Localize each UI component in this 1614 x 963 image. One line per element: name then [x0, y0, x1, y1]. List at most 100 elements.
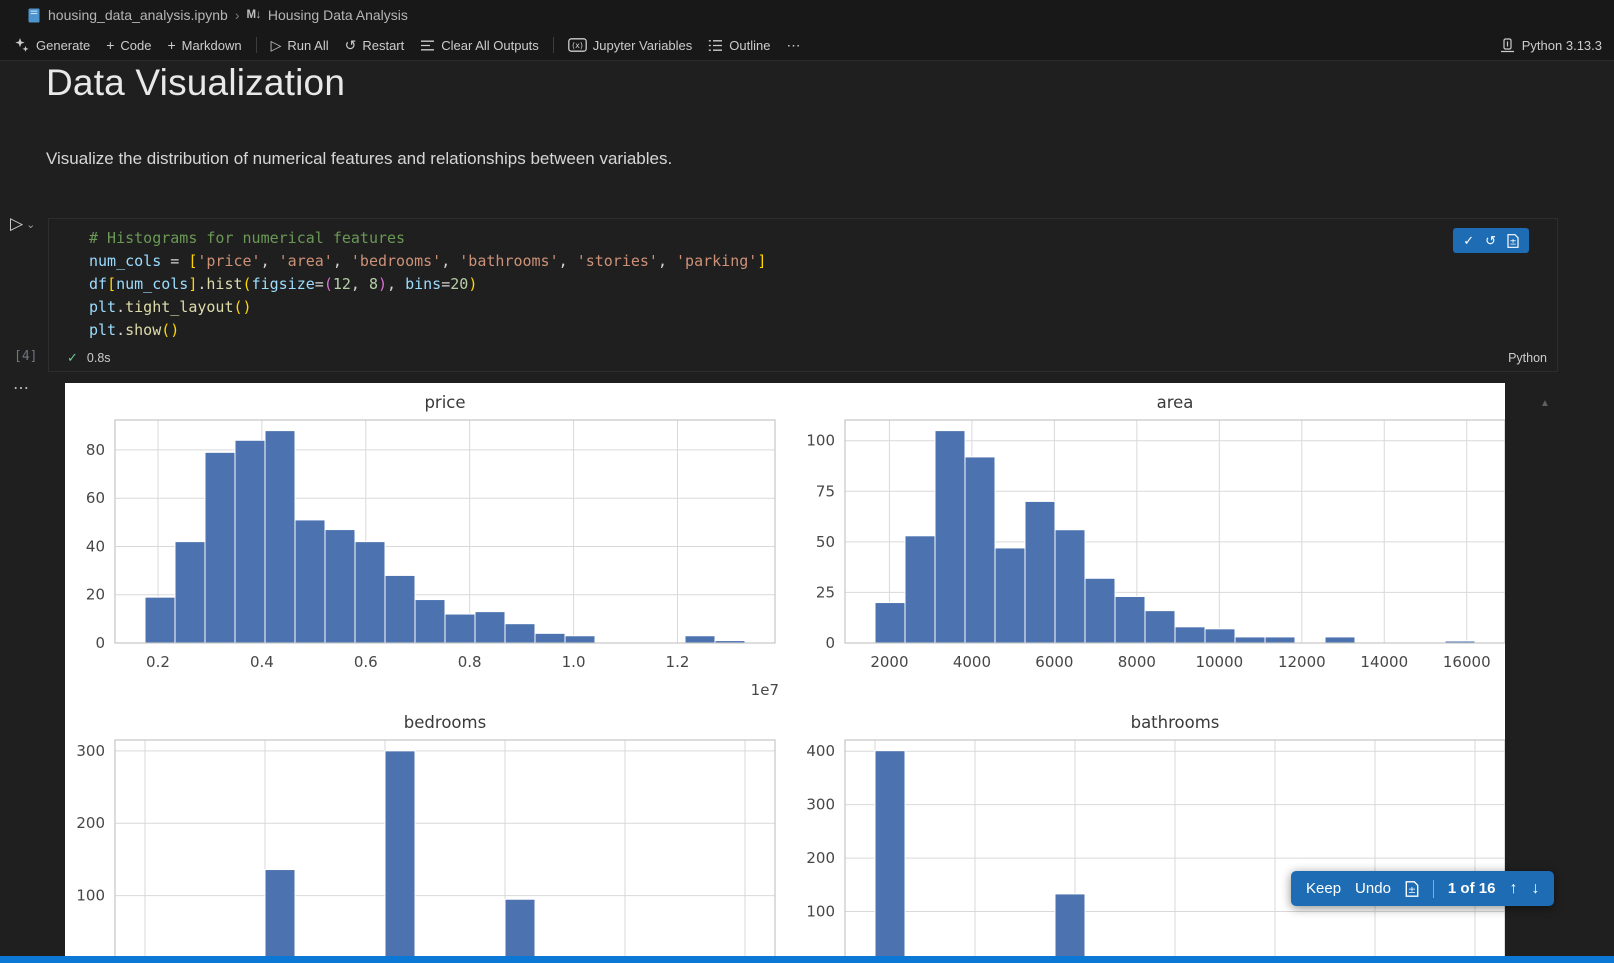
histogram-price: price0204060800.20.40.60.81.01.21e7: [86, 393, 779, 699]
kernel-label: Python 3.13.3: [1522, 38, 1602, 53]
run-all-button[interactable]: ▷ Run All: [263, 33, 337, 57]
svg-text:10000: 10000: [1195, 653, 1243, 671]
code-line: num_cols = ['price', 'area', 'bedrooms',…: [89, 250, 1557, 273]
clear-all-outputs-button[interactable]: Clear All Outputs: [412, 33, 547, 57]
undo-icon[interactable]: ↺: [1485, 234, 1496, 247]
sparkle-icon: [14, 37, 30, 53]
svg-text:400: 400: [806, 742, 835, 760]
kernel-picker[interactable]: Python 3.13.3: [1500, 38, 1602, 53]
cell-status-bar: ✓ 0.8s Python: [49, 345, 1557, 371]
svg-text:bedrooms: bedrooms: [404, 713, 486, 732]
accept-check-icon[interactable]: ✓: [1463, 234, 1474, 247]
run-all-icon: ▷: [271, 38, 282, 52]
execution-time: 0.8s: [87, 351, 111, 365]
svg-text:(x): (x): [572, 41, 583, 50]
breadcrumb-file[interactable]: housing_data_analysis.ipynb: [48, 7, 228, 23]
histogram-bathrooms: bathrooms01002003004001.01.52.02.53.03.5…: [806, 713, 1505, 963]
svg-text:4000: 4000: [953, 653, 991, 671]
svg-text:1e7: 1e7: [751, 681, 779, 699]
restart-button[interactable]: ↺ Restart: [337, 33, 413, 57]
svg-text:price: price: [424, 393, 465, 412]
next-edit-button[interactable]: ↓: [1531, 881, 1539, 897]
execution-count: [4]: [14, 349, 37, 364]
output-options-button[interactable]: ⋯: [13, 378, 29, 398]
svg-text:1.0: 1.0: [562, 653, 586, 671]
svg-text:0.4: 0.4: [250, 653, 274, 671]
svg-text:area: area: [1157, 393, 1194, 412]
svg-text:8000: 8000: [1118, 653, 1156, 671]
markdown-heading: Data Visualization: [46, 62, 345, 104]
code-line: # Histograms for numerical features: [89, 227, 1557, 250]
histograms-figure: price0204060800.20.40.60.81.01.21e7area0…: [65, 383, 1505, 963]
svg-text:2000: 2000: [870, 653, 908, 671]
svg-text:0.2: 0.2: [146, 653, 170, 671]
svg-text:300: 300: [806, 796, 835, 814]
success-check-icon: ✓: [67, 350, 78, 366]
svg-text:20: 20: [86, 586, 105, 604]
scroll-output-collapse-icon[interactable]: ▲: [1540, 398, 1550, 409]
toolbar-divider: [256, 37, 257, 53]
svg-text:80: 80: [86, 441, 105, 459]
code-line: plt.tight_layout(): [89, 296, 1557, 319]
svg-text:±: ±: [1509, 237, 1516, 247]
jupyter-variables-button[interactable]: (x) Jupyter Variables: [560, 33, 700, 57]
inline-suggestion-toolbar: ✓ ↺ ±: [1453, 228, 1529, 253]
svg-text:bathrooms: bathrooms: [1131, 713, 1220, 732]
code-editor[interactable]: # Histograms for numerical featuresnum_c…: [49, 219, 1557, 342]
generate-button[interactable]: Generate: [6, 33, 98, 57]
add-code-button[interactable]: + Code: [98, 33, 159, 57]
svg-text:100: 100: [806, 432, 835, 450]
svg-text:6000: 6000: [1035, 653, 1073, 671]
breadcrumb-cell[interactable]: Housing Data Analysis: [268, 7, 408, 23]
kernel-icon: [1500, 38, 1515, 53]
plus-icon: +: [167, 38, 175, 52]
markdown-paragraph: Visualize the distribution of numerical …: [46, 149, 672, 169]
svg-text:100: 100: [76, 887, 105, 905]
run-cell-button[interactable]: ▷: [10, 215, 23, 232]
svg-text:200: 200: [76, 814, 105, 832]
diff-file-icon[interactable]: ±: [1405, 881, 1419, 897]
cell-language[interactable]: Python: [1508, 351, 1547, 365]
histogram-area: area025507510020004000600080001000012000…: [806, 393, 1505, 671]
keep-button[interactable]: Keep: [1306, 881, 1341, 896]
breadcrumb-separator-icon: ›: [235, 7, 240, 23]
svg-text:100: 100: [806, 903, 835, 921]
code-line: plt.show(): [89, 319, 1557, 342]
add-markdown-button[interactable]: + Markdown: [159, 33, 249, 57]
svg-text:300: 300: [76, 742, 105, 760]
svg-text:0.8: 0.8: [458, 653, 482, 671]
restart-icon: ↺: [345, 38, 357, 52]
diff-file-icon[interactable]: ±: [1507, 234, 1519, 248]
svg-text:40: 40: [86, 537, 105, 555]
svg-text:0.6: 0.6: [354, 653, 378, 671]
edit-counter: 1 of 16: [1448, 880, 1496, 897]
notebook-toolbar: Generate + Code + Markdown ▷ Run All ↺ R…: [0, 30, 1614, 61]
notebook-bottom-border: [0, 956, 1614, 963]
vscode-notebook-window: { "breadcrumb": { "file_name": "housing_…: [0, 0, 1614, 963]
svg-text:1.2: 1.2: [666, 653, 690, 671]
svg-text:60: 60: [86, 489, 105, 507]
svg-text:12000: 12000: [1278, 653, 1326, 671]
more-icon: ⋯: [786, 38, 800, 52]
code-cell: # Histograms for numerical featuresnum_c…: [48, 218, 1558, 372]
cell-run-controls: ▷ ⌄: [10, 215, 35, 232]
svg-text:75: 75: [816, 482, 835, 500]
outline-icon: [708, 39, 723, 52]
undo-button[interactable]: Undo: [1355, 881, 1391, 896]
run-options-chevron-icon[interactable]: ⌄: [26, 218, 35, 231]
code-line: df[num_cols].hist(figsize=(12, 8), bins=…: [89, 273, 1557, 296]
edit-review-toolbar: Keep Undo ± 1 of 16 ↑ ↓: [1291, 871, 1554, 906]
svg-text:16000: 16000: [1443, 653, 1491, 671]
toolbar-divider: [553, 37, 554, 53]
breadcrumb: housing_data_analysis.ipynb › M↓ Housing…: [0, 0, 1614, 30]
svg-text:200: 200: [806, 849, 835, 867]
more-actions-button[interactable]: ⋯: [778, 33, 808, 57]
previous-edit-button[interactable]: ↑: [1509, 881, 1517, 897]
plus-icon: +: [106, 38, 114, 52]
review-divider: [1433, 880, 1434, 898]
svg-text:14000: 14000: [1360, 653, 1408, 671]
svg-text:±: ±: [1408, 885, 1416, 896]
outline-button[interactable]: Outline: [700, 33, 778, 57]
histogram-bedrooms: bedrooms0100200300123456: [76, 713, 775, 963]
svg-text:0: 0: [825, 634, 835, 652]
